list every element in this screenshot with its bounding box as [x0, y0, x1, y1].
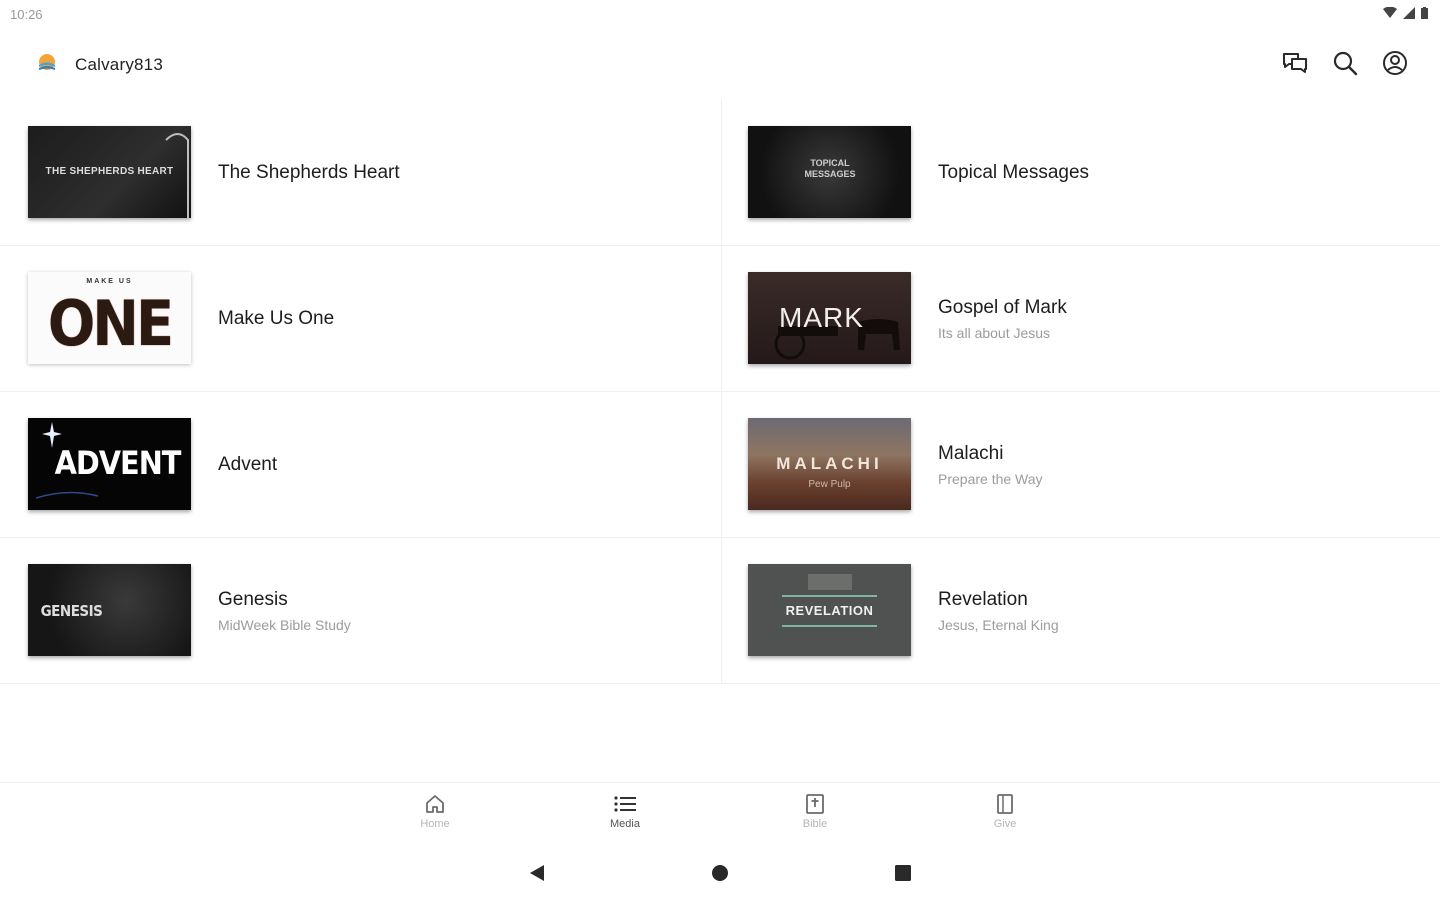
search-icon [1333, 51, 1358, 76]
series-subtitle: Its all about Jesus [938, 325, 1051, 341]
series-item-topical-messages[interactable]: TOPICAL MESSAGES Topical Messages [722, 100, 1440, 246]
column-divider [721, 100, 722, 684]
series-title: Malachi [938, 443, 1004, 464]
series-title: Genesis [218, 589, 288, 610]
bottom-nav: Home Media Bible Give [0, 782, 1440, 848]
thumbnail-title: MALACHI [776, 454, 883, 473]
bible-icon [806, 794, 824, 814]
series-subtitle: Jesus, Eternal King [938, 617, 1059, 633]
nav-bible-label: Bible [802, 818, 828, 830]
app-title: Calvary813 [75, 55, 163, 74]
chat-button[interactable] [1280, 48, 1310, 78]
series-subtitle: MidWeek Bible Study [218, 617, 351, 633]
status-bar: 10:26 [0, 0, 1440, 28]
chat-icon [1283, 53, 1307, 73]
series-title: Make Us One [218, 308, 335, 329]
thumbnail-title: GENESIS [40, 602, 103, 620]
nav-give-label: Give [993, 818, 1017, 830]
thumbnail-title: THE SHEPHERDS HEART [45, 166, 174, 177]
signal-icon [1403, 7, 1415, 19]
wifi-icon [1383, 7, 1397, 18]
thumbnail-subtitle: Pew Pulp [808, 479, 851, 490]
account-circle-icon [1383, 51, 1407, 75]
series-grid: THE SHEPHERDS HEART The Shepherds Heart … [0, 100, 1440, 686]
nav-home-label: Home [420, 818, 450, 830]
nav-home[interactable]: Home [395, 793, 475, 830]
thumbnail-title: ADVENT [54, 444, 182, 482]
series-item-make-us-one[interactable]: MAKE US ONE Make Us One [0, 246, 722, 392]
series-item-genesis[interactable]: GENESIS Genesis MidWeek Bible Study [0, 538, 722, 684]
series-thumbnail: GENESIS [28, 564, 191, 656]
nav-give[interactable]: Give [965, 793, 1045, 830]
series-item-advent[interactable]: ADVENT Advent [0, 392, 722, 538]
app-bar: Calvary813 [0, 28, 1440, 100]
series-item-malachi[interactable]: MALACHI Pew Pulp Malachi Prepare the Way [722, 392, 1440, 538]
series-thumbnail: ADVENT [28, 418, 191, 510]
back-icon[interactable] [528, 864, 546, 882]
series-thumbnail: MAKE US ONE [28, 272, 191, 364]
list-icon [614, 796, 636, 812]
status-time: 10:26 [10, 7, 43, 22]
give-icon [997, 794, 1013, 814]
thumbnail-title: TOPICAL MESSAGES [804, 158, 856, 179]
series-thumbnail: MARK [748, 272, 911, 364]
home-icon [426, 795, 444, 813]
series-title: Gospel of Mark [938, 297, 1067, 318]
series-title: The Shepherds Heart [218, 162, 400, 183]
series-item-revelation[interactable]: REVELATION Revelation Jesus, Eternal Kin… [722, 538, 1440, 684]
series-thumbnail: THE SHEPHERDS HEART [28, 126, 191, 218]
series-item-gospel-of-mark[interactable]: MARK Gospel of Mark Its all about Jesus [722, 246, 1440, 392]
series-item-shepherds-heart[interactable]: THE SHEPHERDS HEART The Shepherds Heart [0, 100, 722, 246]
nav-media-label: Media [610, 818, 640, 830]
home-circle-icon[interactable] [711, 864, 729, 882]
thumbnail-kicker: MAKE US [86, 278, 133, 285]
system-nav-bar [0, 848, 1440, 900]
app-actions [1280, 48, 1410, 78]
thumbnail-title: REVELATION [785, 603, 874, 618]
series-thumbnail: REVELATION [748, 564, 911, 656]
battery-icon [1421, 7, 1428, 19]
thumbnail-title: MARK [779, 302, 864, 333]
account-button[interactable] [1380, 48, 1410, 78]
nav-bible[interactable]: Bible [775, 793, 855, 830]
series-subtitle: Prepare the Way [938, 471, 1043, 487]
series-title: Advent [218, 454, 278, 475]
status-icons [1383, 7, 1428, 19]
series-thumbnail: TOPICAL MESSAGES [748, 126, 911, 218]
series-title: Topical Messages [938, 162, 1090, 183]
series-thumbnail: MALACHI Pew Pulp [748, 418, 911, 510]
recents-icon[interactable] [894, 864, 912, 882]
search-button[interactable] [1330, 48, 1360, 78]
thumbnail-title: ONE [47, 287, 174, 360]
nav-media[interactable]: Media [585, 793, 665, 830]
series-title: Revelation [938, 589, 1028, 610]
church-logo-icon[interactable] [36, 52, 58, 74]
